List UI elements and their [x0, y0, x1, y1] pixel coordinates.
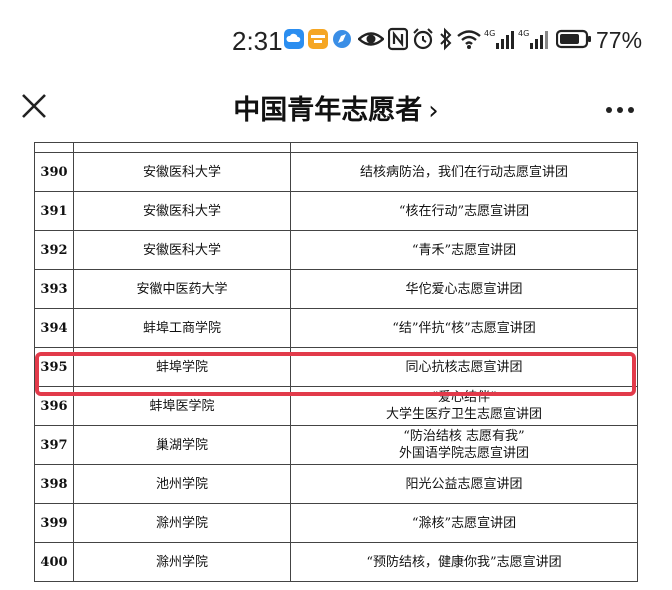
- row-number: 398: [34, 464, 74, 504]
- battery-icon: [556, 29, 591, 49]
- svg-text:4G: 4G: [518, 29, 529, 38]
- row-number: 390: [34, 152, 74, 192]
- table-row: 394 蚌埠工商学院 “结”伴抗“核”志愿宣讲团: [34, 308, 638, 348]
- table-row: [34, 142, 638, 153]
- account-name[interactable]: 中国青年志愿者: [233, 95, 422, 126]
- nav-bar: 中国青年志愿者 ›: [0, 78, 672, 142]
- row-number: 399: [34, 503, 74, 543]
- team-name-line: “结”伴抗“核”志愿宣讲团: [392, 320, 536, 336]
- team-name: “滁核”志愿宣讲团: [290, 503, 638, 543]
- 4g-signal-icon: 4G: [518, 29, 548, 49]
- table-row: 397 巢湖学院 “防治结核 志愿有我” 外国语学院志愿宣讲团: [34, 425, 638, 465]
- account-title[interactable]: 中国青年志愿者 ›: [0, 88, 672, 127]
- school-name: 蚌埠工商学院: [73, 308, 291, 348]
- row-number: 393: [34, 269, 74, 309]
- table-row: 390 安徽医科大学 结核病防治，我们在行动志愿宣讲团: [34, 152, 638, 192]
- team-name-line: 华佗爱心志愿宣讲团: [405, 281, 523, 297]
- team-name-line: 阳光公益志愿宣讲团: [405, 476, 523, 492]
- team-name-line: “预防结核，健康你我”志愿宣讲团: [366, 554, 562, 570]
- status-time: 2:31: [232, 26, 283, 56]
- team-name-line: 结核病防治，我们在行动志愿宣讲团: [359, 164, 568, 180]
- row-number: 391: [34, 191, 74, 231]
- highlight-box: [35, 352, 636, 396]
- eye-icon: [358, 32, 384, 46]
- school-name: 安徽中医药大学: [73, 269, 291, 309]
- row-number: 394: [34, 308, 74, 348]
- battery-percent: 77%: [596, 27, 643, 53]
- team-name-line: 外国语学院志愿宣讲团: [398, 446, 529, 461]
- more-options-icon[interactable]: [606, 98, 642, 113]
- school-name: 滁州学院: [73, 542, 291, 582]
- team-name: 华佗爱心志愿宣讲团: [290, 269, 638, 309]
- compass-app-icon: [333, 30, 351, 48]
- school-name: 安徽医科大学: [73, 191, 291, 231]
- team-name: “核在行动”志愿宣讲团: [290, 191, 638, 231]
- team-name: “防治结核 志愿有我” 外国语学院志愿宣讲团: [290, 425, 638, 465]
- cloud-app-icon: [284, 29, 304, 49]
- school-name: 滁州学院: [73, 503, 291, 543]
- bluetooth-icon: [440, 27, 452, 51]
- school-name: 池州学院: [73, 464, 291, 504]
- status-bar: 2:31 4G 4G 77%: [0, 0, 672, 78]
- nfc-icon: [388, 27, 408, 51]
- team-name-line: “核在行动”志愿宣讲团: [398, 203, 530, 219]
- team-name: 结核病防治，我们在行动志愿宣讲团: [290, 152, 638, 192]
- team-name-line: “防治结核 志愿有我”: [403, 429, 525, 444]
- team-name-line: “青禾”志愿宣讲团: [411, 242, 517, 258]
- row-number: 397: [34, 425, 74, 465]
- team-name: 阳光公益志愿宣讲团: [290, 464, 638, 504]
- team-name-line: 大学生医疗卫生志愿宣讲团: [385, 407, 542, 422]
- alarm-icon: [413, 28, 433, 50]
- table-row: 391 安徽医科大学 “核在行动”志愿宣讲团: [34, 191, 638, 231]
- team-name-line: “滁核”志愿宣讲团: [411, 515, 517, 531]
- chevron-right-icon[interactable]: ›: [428, 96, 438, 126]
- 4g-signal-icon: 4G: [484, 29, 514, 49]
- table-row: 400 滁州学院 “预防结核，健康你我”志愿宣讲团: [34, 542, 638, 582]
- table-row: 398 池州学院 阳光公益志愿宣讲团: [34, 464, 638, 504]
- school-name: 巢湖学院: [73, 425, 291, 465]
- school-name: 安徽医科大学: [73, 152, 291, 192]
- imoo-app-icon: [308, 29, 328, 49]
- article-content[interactable]: 390 安徽医科大学 结核病防治，我们在行动志愿宣讲团 391 安徽医科大学 “核在行动”…: [0, 142, 672, 590]
- row-number: 392: [34, 230, 74, 270]
- table-row: 393 安徽中医药大学 华佗爱心志愿宣讲团: [34, 269, 638, 309]
- svg-text:4G: 4G: [484, 29, 495, 38]
- table-row: 399 滁州学院 “滁核”志愿宣讲团: [34, 503, 638, 543]
- school-name: 安徽医科大学: [73, 230, 291, 270]
- wifi-icon: [457, 30, 481, 49]
- team-name: “预防结核，健康你我”志愿宣讲团: [290, 542, 638, 582]
- table-row: 392 安徽医科大学 “青禾”志愿宣讲团: [34, 230, 638, 270]
- team-name: “结”伴抗“核”志愿宣讲团: [290, 308, 638, 348]
- team-name: “青禾”志愿宣讲团: [290, 230, 638, 270]
- row-number: 400: [34, 542, 74, 582]
